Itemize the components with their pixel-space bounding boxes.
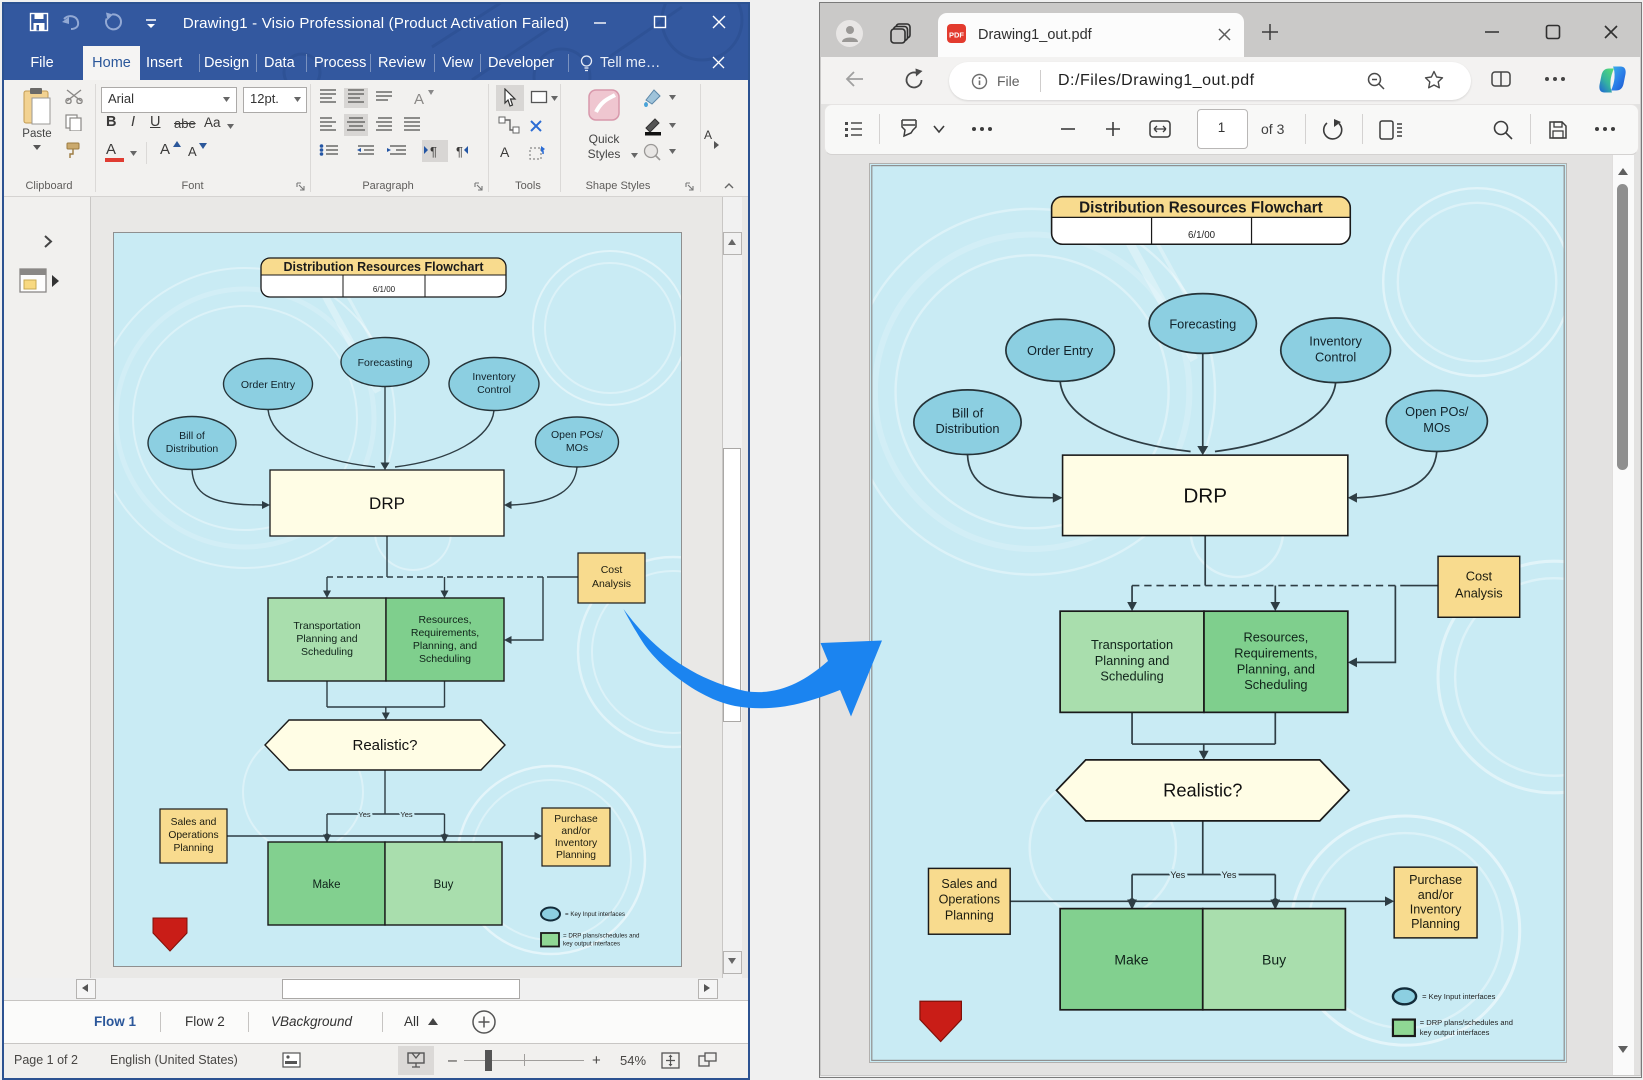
svg-text:¶: ¶: [430, 144, 437, 159]
svg-text:A: A: [414, 91, 424, 108]
svg-text:¶: ¶: [456, 144, 463, 159]
svg-text:PDF: PDF: [949, 31, 964, 40]
